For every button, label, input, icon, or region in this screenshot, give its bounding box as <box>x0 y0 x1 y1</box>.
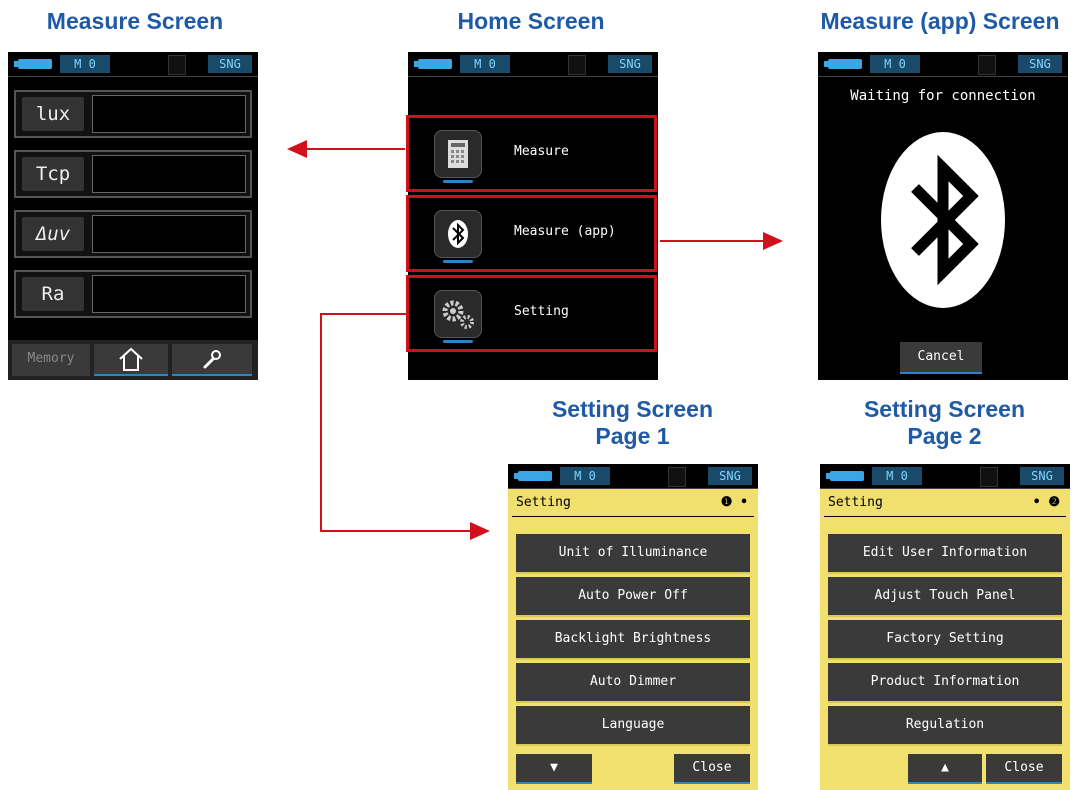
status-bar: M 0 SNG <box>508 464 758 489</box>
measure-row-lux[interactable]: lux <box>14 90 252 138</box>
mode-indicator: M 0 <box>460 55 510 73</box>
measure-app-screen-title: Measure (app) Screen <box>820 8 1060 34</box>
setting-backlight-brightness-button[interactable]: Backlight Brightness <box>516 620 750 660</box>
measure-screen: M 0 SNG lux Tcp Δuv Ra Memory <box>8 52 258 380</box>
sng-indicator: SNG <box>1018 55 1062 73</box>
status-bar: M 0 SNG <box>818 52 1068 77</box>
sng-indicator: SNG <box>708 467 752 485</box>
bluetooth-icon <box>881 132 1005 308</box>
measure-label: Tcp <box>22 157 84 191</box>
settings-button[interactable] <box>172 344 252 376</box>
measure-app-screen: M 0 SNG Waiting for connection Cancel <box>818 52 1068 380</box>
setting-page2-title-line1: Setting Screen <box>863 396 1026 422</box>
highlight-setting <box>406 275 657 352</box>
setting-page2-title-line2: Page 2 <box>907 423 982 449</box>
mode-indicator: M 0 <box>870 55 920 73</box>
arrow-to-setting-v <box>320 313 322 531</box>
arrow-to-measure-line <box>305 148 405 150</box>
status-blank-indicator <box>980 467 998 487</box>
setting-header-title: Setting <box>516 495 571 510</box>
close-button[interactable]: Close <box>986 754 1062 784</box>
status-blank-indicator <box>168 55 186 75</box>
arrow-to-app-line <box>660 240 766 242</box>
setting-page1-title-line1: Setting Screen <box>551 396 714 422</box>
home-icon <box>119 347 143 371</box>
battery-icon <box>514 471 552 481</box>
battery-icon <box>826 471 864 481</box>
home-screen-title: Home Screen <box>457 8 605 34</box>
arrow-to-setting-h2 <box>320 530 472 532</box>
status-bar: M 0 SNG <box>820 464 1070 489</box>
status-blank-indicator <box>978 55 996 75</box>
setting-unit-of-illuminance-button[interactable]: Unit of Illuminance <box>516 534 750 574</box>
status-bar: M 0 SNG <box>408 52 658 77</box>
close-button[interactable]: Close <box>674 754 750 784</box>
setting-footer: ▲ Close <box>820 754 1070 790</box>
setting-page1-title-line2: Page 1 <box>595 423 670 449</box>
measure-value <box>92 95 246 133</box>
measure-value <box>92 155 246 193</box>
page-down-button[interactable]: ▼ <box>516 754 592 784</box>
sng-indicator: SNG <box>608 55 652 73</box>
cancel-button[interactable]: Cancel <box>900 342 982 374</box>
setting-auto-dimmer-button[interactable]: Auto Dimmer <box>516 663 750 703</box>
setting-auto-power-off-button[interactable]: Auto Power Off <box>516 577 750 617</box>
setting-header-title: Setting <box>828 495 883 510</box>
arrow-to-setting-h1 <box>320 313 406 315</box>
battery-icon <box>824 59 862 69</box>
setting-page1-screen: M 0 SNG Setting ❶ • Unit of Illuminance … <box>508 464 758 790</box>
setting-language-button[interactable]: Language <box>516 706 750 746</box>
highlight-measure <box>406 115 657 192</box>
status-blank-indicator <box>568 55 586 75</box>
home-button[interactable] <box>94 344 168 376</box>
memory-button[interactable]: Memory <box>12 344 90 376</box>
sng-indicator: SNG <box>1020 467 1064 485</box>
wrench-icon <box>203 350 221 369</box>
measure-label: Δuv <box>22 217 84 251</box>
setting-regulation-button[interactable]: Regulation <box>828 706 1062 746</box>
measure-row-tcp[interactable]: Tcp <box>14 150 252 198</box>
page-indicator: ❶ • <box>720 495 748 510</box>
measure-screen-title: Measure Screen <box>46 8 224 34</box>
page-up-button[interactable]: ▲ <box>908 754 982 784</box>
measure-value <box>92 275 246 313</box>
header-divider <box>824 516 1066 517</box>
measure-row-duv[interactable]: Δuv <box>14 210 252 258</box>
status-bar: M 0 SNG <box>8 52 258 77</box>
page-indicator: • ❷ <box>1032 495 1060 510</box>
setting-adjust-touch-panel-button[interactable]: Adjust Touch Panel <box>828 577 1062 617</box>
mode-indicator: M 0 <box>560 467 610 485</box>
setting-edit-user-information-button[interactable]: Edit User Information <box>828 534 1062 574</box>
status-blank-indicator <box>668 467 686 487</box>
arrow-to-measure-head <box>287 140 307 158</box>
setting-factory-setting-button[interactable]: Factory Setting <box>828 620 1062 660</box>
setting-product-information-button[interactable]: Product Information <box>828 663 1062 703</box>
arrow-to-setting-head <box>470 522 490 540</box>
setting-page2-title: Setting Screen Page 2 <box>812 396 1077 450</box>
header-divider <box>512 516 754 517</box>
highlight-measure-app <box>406 195 657 272</box>
bottom-nav: Memory <box>8 340 258 380</box>
mode-indicator: M 0 <box>872 467 922 485</box>
measure-label: lux <box>22 97 84 131</box>
mode-indicator: M 0 <box>60 55 110 73</box>
setting-page1-title: Setting Screen Page 1 <box>500 396 765 450</box>
arrow-to-app-head <box>763 232 783 250</box>
connection-status-text: Waiting for connection <box>850 88 1036 104</box>
battery-icon <box>414 59 452 69</box>
measure-row-ra[interactable]: Ra <box>14 270 252 318</box>
setting-page2-screen: M 0 SNG Setting • ❷ Edit User Informatio… <box>820 464 1070 790</box>
sng-indicator: SNG <box>208 55 252 73</box>
measure-label: Ra <box>22 277 84 311</box>
setting-footer: ▼ Close <box>508 754 758 790</box>
measure-value <box>92 215 246 253</box>
battery-icon <box>14 59 52 69</box>
